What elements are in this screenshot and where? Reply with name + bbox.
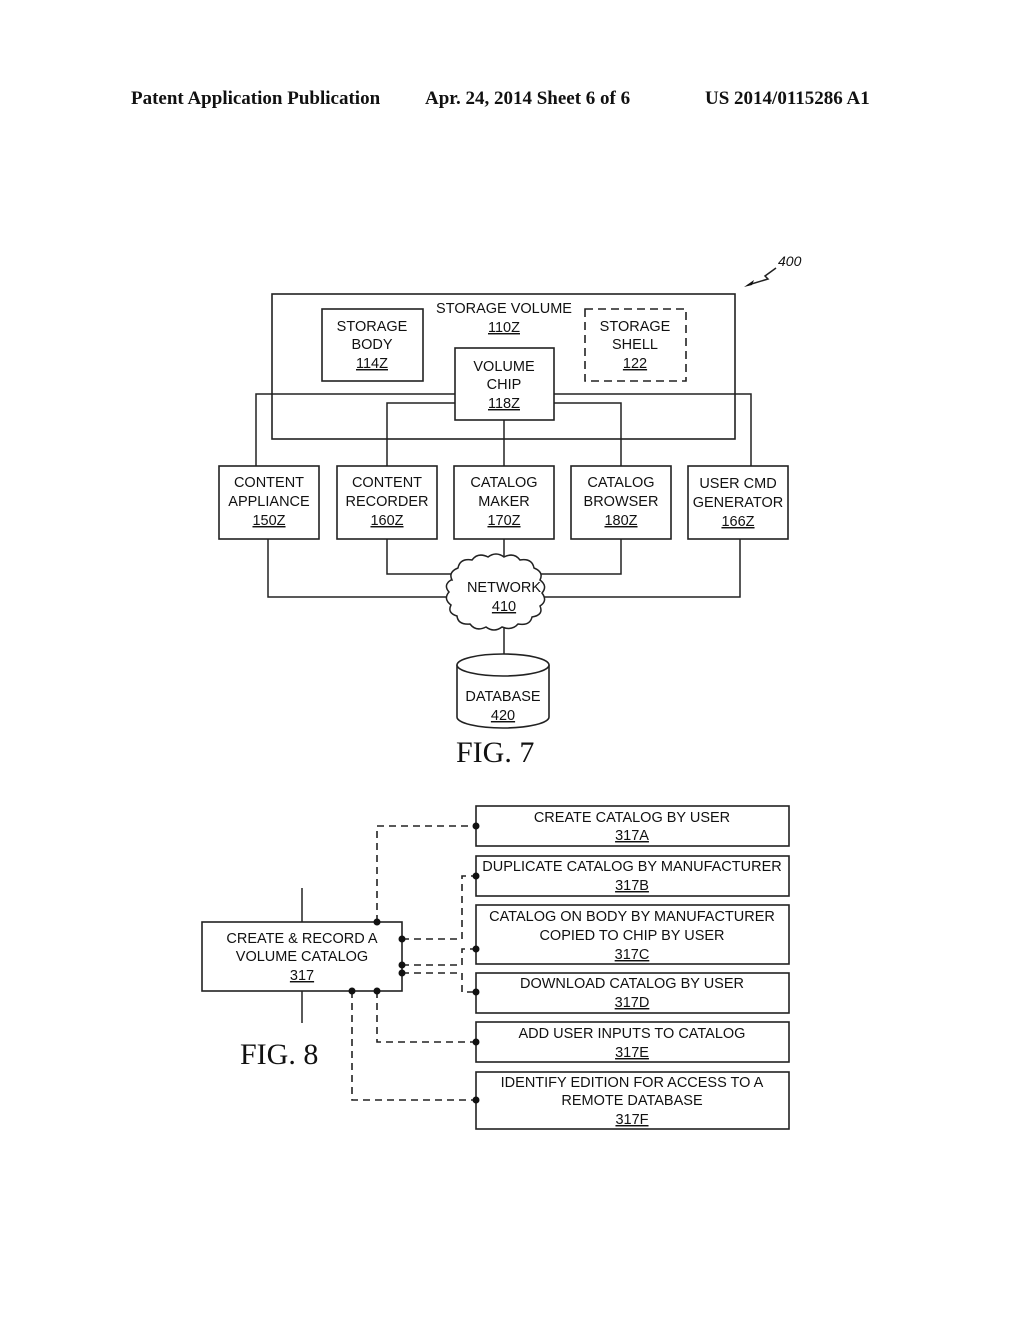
- volume-chip-ref: 118Z: [488, 396, 520, 412]
- option-ref: 317D: [615, 995, 650, 1011]
- option-317A: CREATE CATALOG BY USER 317A: [475, 805, 790, 847]
- fig7: 400 STORAGE VOLUME 110Z STORAGE BODY 114…: [218, 253, 802, 769]
- device-line-2: MAKER: [478, 494, 530, 510]
- volume-chip-line-1: VOLUME: [473, 359, 535, 375]
- device-ref: 170Z: [487, 513, 520, 529]
- option-line-1: ADD USER INPUTS TO CATALOG: [519, 1026, 746, 1042]
- junction-dot: [398, 935, 406, 943]
- junction-dot: [398, 969, 406, 977]
- fig8-caption: FIG. 8: [240, 1038, 318, 1071]
- volume-chip-line-2: CHIP: [487, 377, 522, 393]
- connector-317E: [376, 991, 476, 1043]
- fig7-caption: FIG. 7: [456, 736, 534, 769]
- network-title: NETWORK: [467, 580, 541, 596]
- option-line-2: REMOTE DATABASE: [561, 1093, 703, 1109]
- network-cloud: NETWORK 410: [445, 553, 546, 631]
- junction-dot: [398, 961, 406, 969]
- reference-arrow-400: 400: [744, 253, 802, 287]
- device-content-appliance: CONTENT APPLIANCE 150Z: [218, 465, 320, 540]
- junction-dot: [472, 1096, 480, 1104]
- device-line-1: CATALOG: [587, 475, 654, 491]
- device-catalog-browser: CATALOG BROWSER 180Z: [570, 465, 672, 540]
- storage-body-ref: 114Z: [356, 356, 388, 372]
- connector-317D: [402, 972, 476, 993]
- ref-number-400: 400: [778, 253, 802, 269]
- patent-drawing: 400 STORAGE VOLUME 110Z STORAGE BODY 114…: [201, 253, 802, 1130]
- option-317D: DOWNLOAD CATALOG BY USER 317D: [475, 972, 790, 1014]
- option-ref: 317B: [615, 878, 649, 894]
- database-cylinder: DATABASE 420: [456, 653, 550, 729]
- network-ref: 410: [492, 599, 516, 615]
- main-ref: 317: [290, 968, 314, 984]
- junction-dot: [348, 987, 356, 995]
- storage-volume-ref: 110Z: [488, 320, 520, 336]
- option-ref: 317E: [615, 1045, 649, 1061]
- device-line-2: GENERATOR: [693, 495, 784, 511]
- option-line-1: DUPLICATE CATALOG BY MANUFACTURER: [482, 859, 781, 875]
- connector-317F: [351, 991, 476, 1101]
- device-line-1: CONTENT: [234, 475, 304, 491]
- option-line-2: COPIED TO CHIP BY USER: [539, 928, 724, 944]
- device-line-1: CATALOG: [470, 475, 537, 491]
- option-ref: 317F: [615, 1112, 648, 1128]
- database-ref: 420: [491, 708, 515, 724]
- device-ref: 180Z: [604, 513, 637, 529]
- junction-dot: [373, 918, 381, 926]
- option-line-1: DOWNLOAD CATALOG BY USER: [520, 976, 744, 992]
- fig8: CREATE & RECORD A VOLUME CATALOG 317 CRE…: [201, 805, 790, 1130]
- device-ref: 166Z: [721, 514, 754, 530]
- junction-dot: [472, 822, 480, 830]
- storage-shell-ref: 122: [623, 356, 647, 372]
- arrowhead-icon: [744, 280, 754, 287]
- storage-shell-line-1: STORAGE: [600, 319, 671, 335]
- option-317B: DUPLICATE CATALOG BY MANUFACTURER 317B: [475, 855, 790, 897]
- device-line-2: RECORDER: [346, 494, 429, 510]
- device-line-1: USER CMD: [699, 476, 776, 492]
- device-content-recorder: CONTENT RECORDER 160Z: [336, 465, 438, 540]
- device-catalog-maker: CATALOG MAKER 170Z: [453, 465, 555, 540]
- junction-dot: [472, 872, 480, 880]
- main-line-2: VOLUME CATALOG: [236, 949, 368, 965]
- option-317C: CATALOG ON BODY BY MANUFACTURER COPIED T…: [475, 904, 790, 965]
- database-title: DATABASE: [465, 689, 541, 705]
- connector-317C: [402, 948, 476, 966]
- junction-dot: [373, 987, 381, 995]
- connector-317A: [376, 825, 476, 922]
- storage-shell-line-2: SHELL: [612, 337, 658, 353]
- junction-dot: [472, 945, 480, 953]
- storage-body-line-2: BODY: [351, 337, 392, 353]
- device-ref: 160Z: [370, 513, 403, 529]
- device-line-2: APPLIANCE: [228, 494, 310, 510]
- option-317E: ADD USER INPUTS TO CATALOG 317E: [475, 1021, 790, 1063]
- option-317F: IDENTIFY EDITION FOR ACCESS TO A REMOTE …: [475, 1071, 790, 1130]
- junction-dot: [472, 988, 480, 996]
- option-line-1: CATALOG ON BODY BY MANUFACTURER: [489, 909, 775, 925]
- main-step-317: CREATE & RECORD A VOLUME CATALOG 317: [201, 921, 403, 992]
- junction-dot: [472, 1038, 480, 1046]
- device-ref: 150Z: [252, 513, 285, 529]
- storage-volume-title: STORAGE VOLUME: [436, 301, 572, 317]
- option-line-1: IDENTIFY EDITION FOR ACCESS TO A: [501, 1075, 764, 1091]
- option-ref: 317C: [615, 947, 650, 963]
- device-line-1: CONTENT: [352, 475, 422, 491]
- connector-317B: [402, 875, 476, 940]
- storage-body-line-1: STORAGE: [337, 319, 408, 335]
- option-ref: 317A: [615, 828, 649, 844]
- option-line-1: CREATE CATALOG BY USER: [534, 810, 730, 826]
- device-user-cmd-generator: USER CMD GENERATOR 166Z: [687, 465, 789, 540]
- main-line-1: CREATE & RECORD A: [226, 931, 378, 947]
- device-line-2: BROWSER: [584, 494, 659, 510]
